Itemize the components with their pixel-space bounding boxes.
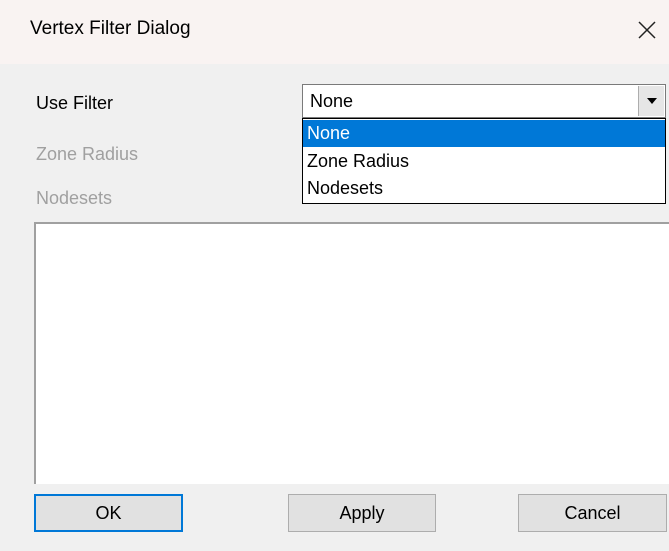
filter-option-zone-radius[interactable]: Zone Radius: [303, 148, 665, 175]
use-filter-label: Use Filter: [36, 93, 114, 113]
chevron-down-icon: [646, 98, 657, 104]
filter-option-nodesets[interactable]: Nodesets: [303, 175, 665, 202]
nodesets-listbox[interactable]: [34, 222, 669, 484]
filter-dropdown-list: None Zone Radius Nodesets: [302, 118, 666, 204]
zone-radius-label: Zone Radius: [36, 144, 139, 164]
title-bar: Vertex Filter Dialog: [0, 0, 669, 64]
close-button[interactable]: [625, 10, 669, 50]
apply-button[interactable]: Apply: [288, 494, 436, 532]
filter-select[interactable]: None: [302, 84, 666, 118]
filter-option-none[interactable]: None: [303, 120, 665, 147]
cancel-button[interactable]: Cancel: [518, 494, 667, 532]
filter-select-arrow[interactable]: [638, 86, 664, 116]
nodesets-label: Nodesets: [36, 188, 113, 208]
ok-button[interactable]: OK: [34, 494, 183, 532]
close-icon: [638, 21, 656, 39]
window-title: Vertex Filter Dialog: [30, 18, 191, 39]
filter-select-value: None: [310, 91, 354, 111]
